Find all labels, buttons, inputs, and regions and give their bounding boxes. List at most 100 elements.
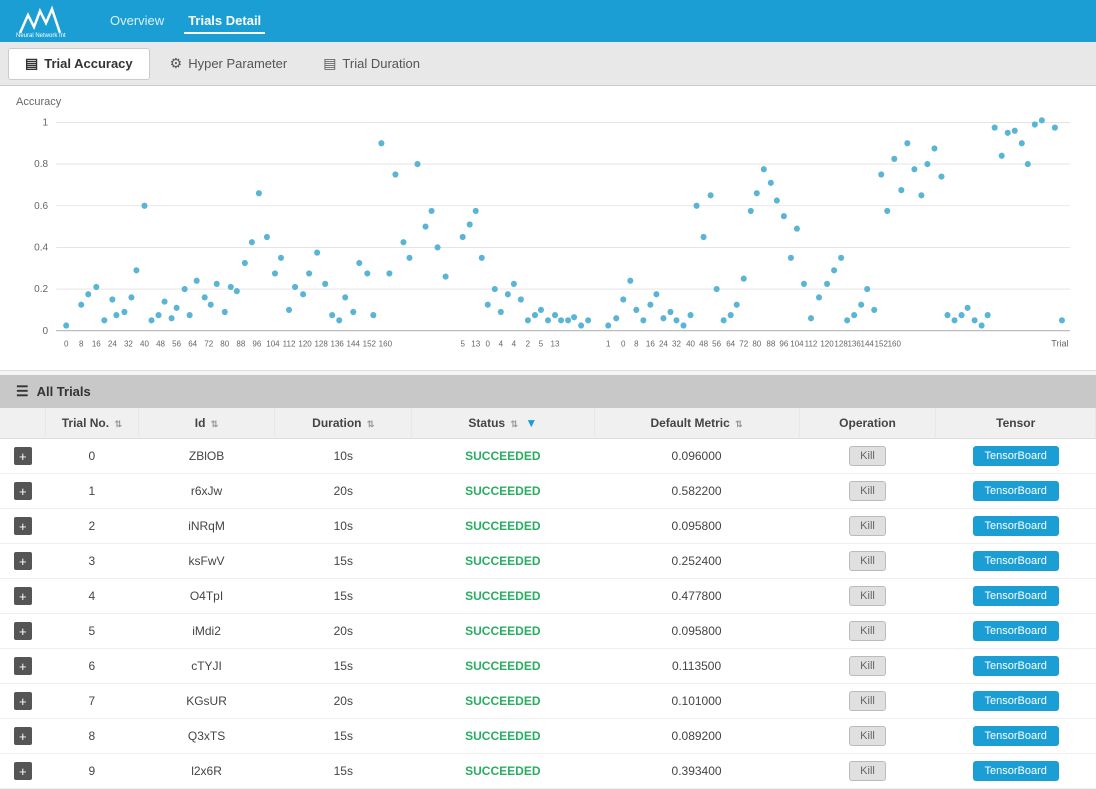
table-row: + 8 Q3xTS 15s SUCCEEDED 0.089200 Kill Te… — [0, 719, 1096, 754]
tensorboard-btn-2[interactable]: TensorBoard — [973, 516, 1059, 536]
expand-btn-0[interactable]: + — [14, 447, 32, 465]
tensor-cell-0: TensorBoard — [936, 439, 1096, 474]
tensorboard-btn-0[interactable]: TensorBoard — [973, 446, 1059, 466]
svg-text:120: 120 — [820, 339, 834, 348]
kill-btn-9[interactable]: Kill — [849, 761, 886, 781]
duration-sort-icon[interactable]: ⇅ — [367, 419, 375, 429]
svg-text:128: 128 — [834, 339, 848, 348]
expand-cell-6: + — [0, 649, 46, 684]
kill-btn-6[interactable]: Kill — [849, 656, 886, 676]
expand-btn-3[interactable]: + — [14, 552, 32, 570]
kill-btn-4[interactable]: Kill — [849, 586, 886, 606]
tensorboard-btn-3[interactable]: TensorBoard — [973, 551, 1059, 571]
id-cell-2: iNRqM — [138, 509, 275, 544]
tensorboard-btn-4[interactable]: TensorBoard — [973, 586, 1059, 606]
tab-trial-accuracy[interactable]: ▤ Trial Accuracy — [8, 48, 150, 80]
status-filter-icon[interactable]: ▼ — [525, 416, 537, 430]
tab-trial-duration[interactable]: ▤ Trial Duration — [307, 48, 436, 80]
expand-cell-5: + — [0, 614, 46, 649]
kill-btn-0[interactable]: Kill — [849, 446, 886, 466]
table-row: + 6 cTYJI 15s SUCCEEDED 0.113500 Kill Te… — [0, 649, 1096, 684]
expand-btn-8[interactable]: + — [14, 727, 32, 745]
table-row: + 0 ZBlOB 10s SUCCEEDED 0.096000 Kill Te… — [0, 439, 1096, 474]
svg-text:144: 144 — [347, 339, 361, 348]
operation-cell-7: Kill — [799, 684, 936, 719]
svg-text:56: 56 — [712, 339, 721, 348]
duration-cell-2: 10s — [275, 509, 412, 544]
table-column-headers: Trial No. ⇅ Id ⇅ Duration ⇅ Status ⇅ ▼ — [0, 408, 1096, 439]
trial-no-sort-icon[interactable]: ⇅ — [114, 419, 122, 429]
tensorboard-btn-6[interactable]: TensorBoard — [973, 656, 1059, 676]
svg-text:0: 0 — [64, 339, 69, 348]
col-duration-header[interactable]: Duration ⇅ — [275, 408, 412, 439]
nav-trials-detail[interactable]: Trials Detail — [184, 9, 265, 34]
col-id-header[interactable]: Id ⇅ — [138, 408, 275, 439]
svg-text:104: 104 — [790, 339, 804, 348]
tensorboard-btn-7[interactable]: TensorBoard — [973, 691, 1059, 711]
status-sort-icon[interactable]: ⇅ — [510, 419, 518, 429]
col-status-header[interactable]: Status ⇅ ▼ — [412, 408, 594, 439]
duration-cell-1: 20s — [275, 474, 412, 509]
tab-hyper-parameter-label: Hyper Parameter — [188, 56, 287, 71]
tensorboard-btn-8[interactable]: TensorBoard — [973, 726, 1059, 746]
tab-hyper-parameter[interactable]: ⚙ Hyper Parameter — [154, 48, 304, 80]
kill-btn-2[interactable]: Kill — [849, 516, 886, 536]
svg-text:5: 5 — [460, 339, 465, 348]
svg-text:136: 136 — [847, 339, 861, 348]
operation-cell-6: Kill — [799, 649, 936, 684]
metric-cell-3: 0.252400 — [594, 544, 799, 579]
kill-btn-5[interactable]: Kill — [849, 621, 886, 641]
tensorboard-btn-9[interactable]: TensorBoard — [973, 761, 1059, 781]
duration-cell-4: 15s — [275, 579, 412, 614]
operation-cell-9: Kill — [799, 754, 936, 789]
id-sort-icon[interactable]: ⇅ — [211, 419, 219, 429]
status-cell-0: SUCCEEDED — [412, 439, 594, 474]
hyper-parameter-icon: ⚙ — [170, 55, 183, 72]
chart-container: Accuracy 1 0.8 0.6 0.4 0.2 0 — [0, 86, 1096, 371]
id-cell-3: ksFwV — [138, 544, 275, 579]
app-logo: Neural Network Intelligence — [16, 5, 66, 37]
svg-text:0: 0 — [43, 326, 49, 337]
col-tensor-header: Tensor — [936, 408, 1096, 439]
svg-text:128: 128 — [314, 339, 328, 348]
metric-cell-6: 0.113500 — [594, 649, 799, 684]
main-nav: Overview Trials Detail — [106, 9, 265, 34]
col-trial-no-header[interactable]: Trial No. ⇅ — [46, 408, 139, 439]
trial-duration-icon: ▤ — [323, 55, 336, 72]
table-row: + 7 KGsUR 20s SUCCEEDED 0.101000 Kill Te… — [0, 684, 1096, 719]
tab-trial-duration-label: Trial Duration — [342, 56, 420, 71]
expand-btn-4[interactable]: + — [14, 587, 32, 605]
trial-no-cell-1: 1 — [46, 474, 139, 509]
table-header-bar: ☰ All Trials — [0, 375, 1096, 408]
duration-cell-6: 15s — [275, 649, 412, 684]
expand-btn-2[interactable]: + — [14, 517, 32, 535]
expand-btn-9[interactable]: + — [14, 762, 32, 780]
kill-btn-8[interactable]: Kill — [849, 726, 886, 746]
expand-btn-1[interactable]: + — [14, 482, 32, 500]
svg-text:96: 96 — [252, 339, 261, 348]
kill-btn-3[interactable]: Kill — [849, 551, 886, 571]
svg-text:16: 16 — [92, 339, 101, 348]
expand-btn-7[interactable]: + — [14, 692, 32, 710]
kill-btn-1[interactable]: Kill — [849, 481, 886, 501]
operation-cell-8: Kill — [799, 719, 936, 754]
expand-btn-5[interactable]: + — [14, 622, 32, 640]
svg-text:5: 5 — [539, 339, 544, 348]
operation-cell-4: Kill — [799, 579, 936, 614]
tabs-bar: ▤ Trial Accuracy ⚙ Hyper Parameter ▤ Tri… — [0, 42, 1096, 86]
tensorboard-btn-1[interactable]: TensorBoard — [973, 481, 1059, 501]
nav-overview[interactable]: Overview — [106, 9, 168, 34]
kill-btn-7[interactable]: Kill — [849, 691, 886, 711]
col-metric-header[interactable]: Default Metric ⇅ — [594, 408, 799, 439]
expand-btn-6[interactable]: + — [14, 657, 32, 675]
svg-text:80: 80 — [220, 339, 229, 348]
tensor-cell-6: TensorBoard — [936, 649, 1096, 684]
svg-text:16: 16 — [646, 339, 655, 348]
svg-text:13: 13 — [471, 339, 480, 348]
svg-text:144: 144 — [861, 339, 875, 348]
metric-sort-icon[interactable]: ⇅ — [735, 419, 743, 429]
tensorboard-btn-5[interactable]: TensorBoard — [973, 621, 1059, 641]
operation-cell-0: Kill — [799, 439, 936, 474]
svg-text:80: 80 — [752, 339, 761, 348]
status-cell-6: SUCCEEDED — [412, 649, 594, 684]
